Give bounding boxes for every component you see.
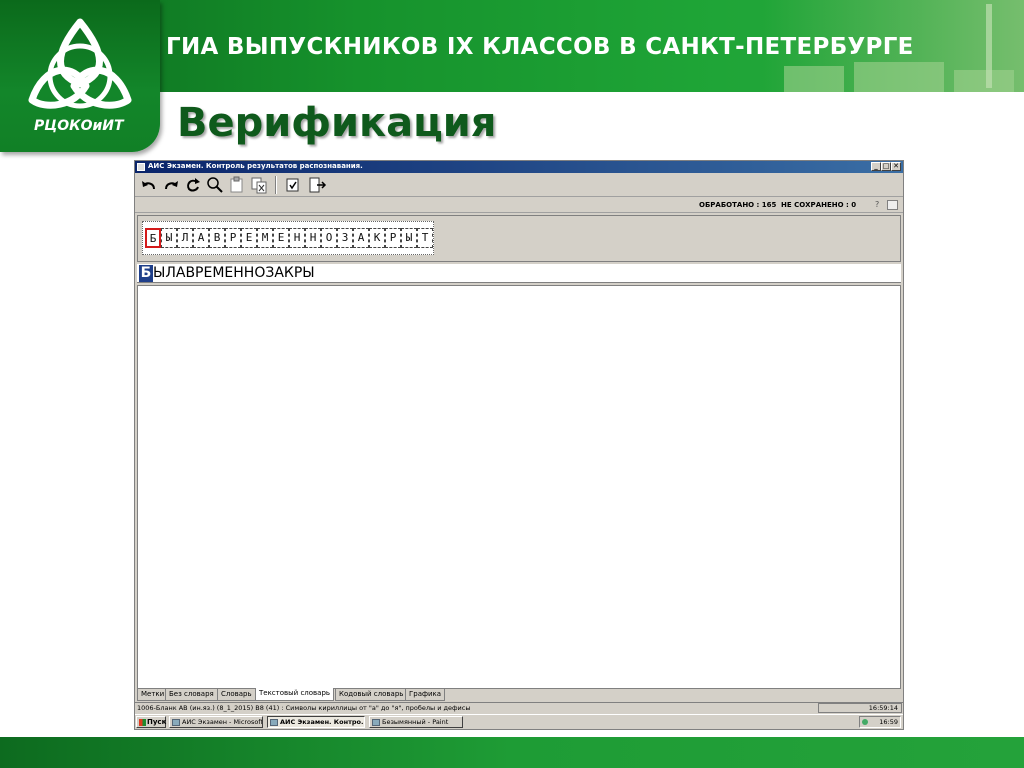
editor-area[interactable] [137,285,901,689]
window-title: АИС Экзамен. Контроль результатов распоз… [148,162,363,170]
task-label: АИС Экзамен. Контро... [280,718,365,726]
page-title: Верификация [177,100,497,146]
building-shape [954,70,1014,92]
processed-count: ОБРАБОТАНО : 165 [699,201,777,209]
paint-icon [372,719,380,726]
recognized-text[interactable]: ЫЛАВРЕМЕННОЗАКРЫ [153,265,315,282]
char-cell[interactable]: Р [225,228,241,248]
redo-icon[interactable] [161,176,181,194]
tray-icon[interactable] [862,719,868,725]
rotate-icon[interactable] [183,176,203,194]
undo-icon[interactable] [139,176,159,194]
building-shape [854,62,944,92]
scan-image-panel: Б Ы Л А В Р Е М Е Н Н О З А К Р Ы Т [137,215,901,262]
tab-bar: Метки Без словаря Словарь Текстовый слов… [135,688,903,701]
minimize-button[interactable]: _ [871,162,881,171]
char-cell[interactable]: Е [241,228,257,248]
taskbar: Пуск АИС Экзамен - Microsoft... АИС Экза… [135,714,903,729]
exit-icon[interactable] [307,176,327,194]
close-button[interactable]: ✕ [891,162,901,171]
image-view-icon[interactable] [887,200,898,210]
task-label: АИС Экзамен - Microsoft... [182,718,263,726]
recognized-text-field[interactable]: Б ЫЛАВРЕМЕННОЗАКРЫ [137,264,901,283]
paste-icon[interactable] [227,176,247,194]
app-icon [270,719,278,726]
char-cell[interactable]: А [353,228,369,248]
char-cell[interactable]: Т [417,228,433,248]
toolbar [135,173,903,197]
char-cell[interactable]: О [321,228,337,248]
char-cell[interactable]: Ы [161,228,177,248]
char-cell[interactable]: Е [273,228,289,248]
banner-title: ГИА ВЫПУСКНИКОВ IX КЛАССОВ В САНКТ-ПЕТЕР… [166,34,914,60]
char-cell[interactable]: Р [385,228,401,248]
tab-marks[interactable]: Метки [137,689,169,701]
toolbar-separator [275,176,277,194]
unsaved-count: НЕ СОХРАНЕНО : 0 [781,201,857,209]
tab-text-dictionary[interactable]: Текстовый словарь [255,688,335,701]
taskbar-item-word[interactable]: АИС Экзамен - Microsoft... [169,716,263,728]
window-titlebar[interactable]: АИС Экзамен. Контроль результатов распоз… [135,161,903,173]
slide: ГИА ВЫПУСКНИКОВ IX КЛАССОВ В САНКТ-ПЕТЕР… [0,0,1024,768]
tab-code-dictionary[interactable]: Кодовый словарь [335,689,408,701]
footer-bar [0,737,1024,768]
maximize-button[interactable]: □ [881,162,891,171]
building-shape [784,66,844,92]
help-button[interactable]: ? [875,200,879,209]
start-button[interactable]: Пуск [136,716,166,728]
task-label: Безымянный - Paint [382,718,449,726]
clock: 16:59 [879,718,898,726]
info-time: 16:59:14 [868,704,898,712]
char-cell[interactable]: А [193,228,209,248]
char-cell-selected[interactable]: Б [145,228,161,248]
logo: РЦОКОиИТ [0,0,160,152]
search-icon[interactable] [205,176,225,194]
tab-graphics[interactable]: Графика [405,689,446,701]
start-label: Пуск [147,718,167,726]
windows-logo-icon [139,719,146,726]
scanned-field-image[interactable]: Б Ы Л А В Р Е М Е Н Н О З А К Р Ы Т [142,221,434,255]
char-cell[interactable]: Н [305,228,321,248]
logo-text: РЦОКОиИТ [34,118,124,134]
char-cell[interactable]: В [209,228,225,248]
taskbar-item-paint[interactable]: Безымянный - Paint [369,716,463,728]
document-icon [172,719,180,726]
info-time-box: 16:59:14 [818,703,902,713]
char-cell[interactable]: М [257,228,273,248]
tab-no-dictionary[interactable]: Без словаря [165,689,218,701]
alexander-column [986,4,992,88]
check-doc-icon[interactable] [283,176,303,194]
char-cell[interactable]: Ы [401,228,417,248]
system-tray: 16:59 [859,716,901,728]
app-icon [137,163,145,171]
status-row: ОБРАБОТАНО : 165 НЕ СОХРАНЕНО : 0 ? [135,198,903,213]
taskbar-item-ais[interactable]: АИС Экзамен. Контро... [267,716,365,728]
char-cell[interactable]: З [337,228,353,248]
app-window: АИС Экзамен. Контроль результатов распоз… [134,160,904,730]
copy-delete-icon[interactable] [249,176,269,194]
info-bar: 1006-Бланк АВ (ин.яз.) (8_1_2015) В8 (41… [135,702,903,713]
char-cell[interactable]: К [369,228,385,248]
trinity-knot-icon [28,18,132,109]
tab-dictionary[interactable]: Словарь [217,689,256,701]
char-cell[interactable]: Н [289,228,305,248]
field-info: 1006-Бланк АВ (ин.яз.) (8_1_2015) В8 (41… [137,704,471,712]
cursor-char[interactable]: Б [139,265,153,282]
char-cell[interactable]: Л [177,228,193,248]
